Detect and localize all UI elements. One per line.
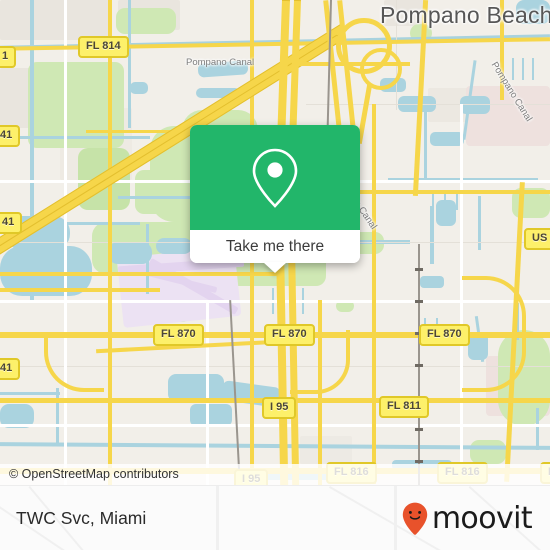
footer-decor-line (394, 486, 397, 550)
road-shield: FL 870 (264, 324, 315, 346)
road-shield: FL 814 (78, 36, 129, 58)
moovit-logo[interactable]: moovit (402, 501, 533, 536)
place-name-label: TWC Svc, Miami (16, 508, 147, 528)
map-canvas[interactable]: Pompano Beach Pompano Canal Pompano Canal… (0, 0, 550, 485)
footer-bar: TWC Svc, Miami moovit (0, 485, 550, 550)
popup-header (190, 125, 360, 230)
road-shield: 41 (0, 125, 21, 147)
take-me-there-label: Take me there (225, 237, 325, 255)
footer-decor-line (216, 486, 219, 550)
road-shield: 1 (0, 46, 17, 68)
road-shield: FL 811 (379, 396, 430, 418)
osm-attribution[interactable]: © OpenStreetMap contributors (0, 464, 550, 485)
destination-popup-card[interactable]: Take me there (190, 125, 360, 273)
map-pin-icon (252, 148, 298, 208)
moovit-pin-smile-icon (402, 502, 428, 535)
road-shield: 41 (0, 212, 23, 234)
road-shield: FL 870 (153, 324, 204, 346)
road-shield: FL 870 (419, 324, 470, 346)
road-shield: US (524, 228, 550, 250)
moovit-wordmark: moovit (431, 501, 533, 536)
map-screenshot: Pompano Beach Pompano Canal Pompano Canal… (0, 0, 550, 550)
road-shield: 41 (0, 358, 21, 380)
take-me-there-button[interactable]: Take me there (190, 230, 360, 263)
road-shield: I 95 (262, 397, 297, 419)
popup-pointer-tail (263, 262, 287, 273)
